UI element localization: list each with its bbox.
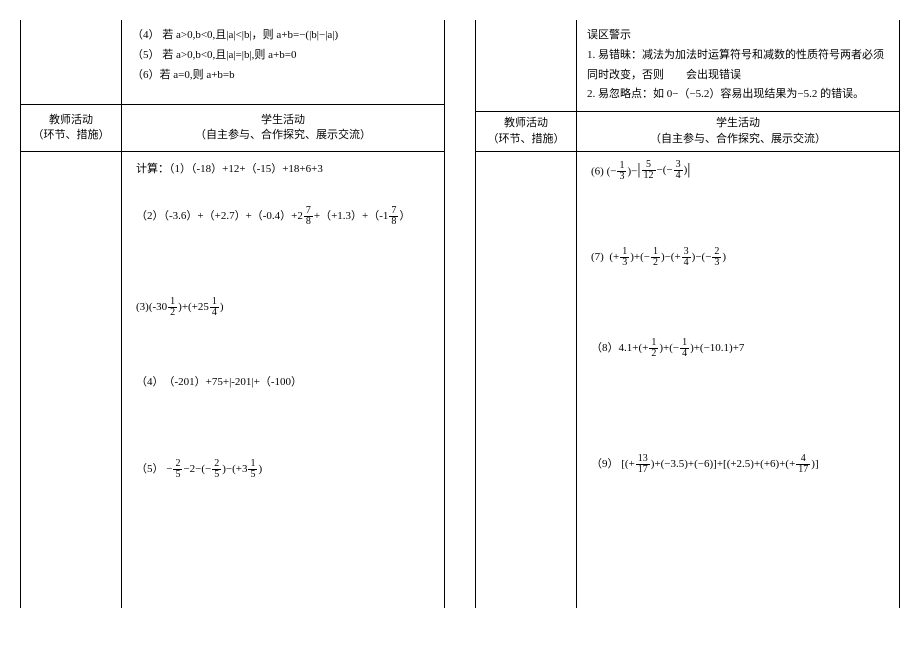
right-header-student: 学生活动 （自主参与、合作探究、展示交流） bbox=[577, 112, 900, 152]
p6-b: )− bbox=[627, 165, 637, 177]
p9-frac2: 417 bbox=[796, 454, 810, 475]
rule-4: （4） 若 a>0,b<0,且|a|<|b|，则 a+b=−(|b|−|a|) bbox=[132, 26, 434, 46]
p6-c: −(− bbox=[657, 164, 673, 176]
teacher-label-2: （环节、措施） bbox=[482, 132, 570, 147]
p8-frac1: 12 bbox=[649, 338, 658, 359]
problem-6: (6) (−13)−512−(−34) bbox=[587, 160, 889, 182]
p3-b: )+(+25 bbox=[178, 301, 209, 313]
p5-frac3: 15 bbox=[248, 459, 257, 480]
p2-frac1: 78 bbox=[304, 206, 313, 227]
p5-frac2: 25 bbox=[212, 459, 221, 480]
warning-box: 误区警示 1. 易错昧：减法为加法时运算符号和减数的性质符号两者必须同时改变，否… bbox=[577, 20, 900, 112]
left-top-empty bbox=[21, 20, 122, 105]
student-label-2: （自主参与、合作探究、展示交流） bbox=[128, 128, 438, 143]
p3-a: (-30 bbox=[149, 301, 167, 313]
p2-label: （2） bbox=[136, 210, 164, 222]
p2-b: +（+1.3）+（- bbox=[314, 210, 383, 222]
student-label-1: 学生活动 bbox=[128, 113, 438, 128]
left-body-empty bbox=[21, 151, 122, 608]
p5-frac1: 25 bbox=[173, 459, 182, 480]
p3-frac2: 14 bbox=[210, 297, 219, 318]
p7-c: )−(+ bbox=[661, 251, 681, 263]
p5-label: （5） bbox=[136, 463, 164, 475]
p2-w2: 1 bbox=[383, 210, 389, 222]
student-label-1: 学生活动 bbox=[583, 116, 893, 131]
p7-a: (+ bbox=[609, 251, 619, 263]
p9-label: （9） bbox=[591, 458, 619, 470]
student-label-2: （自主参与、合作探究、展示交流） bbox=[583, 132, 893, 147]
p2-a: （-3.6）+（+2.7）+（-0.4）+ bbox=[164, 210, 298, 222]
problem-5: （5） −25−2−(−25)−(+315) bbox=[132, 459, 434, 480]
p6-frac2: 512 bbox=[642, 160, 656, 181]
p5-d: ) bbox=[258, 463, 262, 475]
p1-label: 计算：（1） bbox=[136, 163, 191, 175]
p5-c: )−(+3 bbox=[222, 463, 247, 475]
rule-6: （6）若 a=0,则 a+b=b bbox=[132, 66, 434, 86]
problem-7: (7) (+13)+(−12)−(+34)−(−23) bbox=[587, 247, 889, 268]
p7-frac3: 34 bbox=[682, 247, 691, 268]
left-problems: 计算：（1）（-18）+12+（-15）+18+6+3 （2）（-3.6）+（+… bbox=[122, 151, 445, 608]
p2-frac2: 78 bbox=[389, 206, 398, 227]
right-body-empty bbox=[476, 151, 577, 608]
p5-b: −2−(− bbox=[183, 463, 211, 475]
right-table: 误区警示 1. 易错昧：减法为加法时运算符号和减数的性质符号两者必须同时改变，否… bbox=[475, 20, 900, 608]
teacher-label-1: 教师活动 bbox=[27, 113, 115, 128]
right-top-empty bbox=[476, 20, 577, 112]
p9-b: )+(−3.5)+(−6)]+[(+2.5)+(+6)+(+ bbox=[651, 458, 796, 470]
problem-4: （4） （-201）+75+|-201|+（-100） bbox=[132, 373, 434, 389]
warn-line2: 2. 易忽略点：如 0−（−5.2）容易出现结果为−5.2 的错误。 bbox=[587, 85, 889, 105]
p2-w1: 2 bbox=[297, 210, 303, 222]
p7-d: )−(− bbox=[692, 251, 712, 263]
p7-b: )+(− bbox=[630, 251, 650, 263]
right-header-teacher: 教师活动 （环节、措施） bbox=[476, 112, 577, 152]
p9-a: [(+ bbox=[621, 458, 635, 470]
p9-c: )] bbox=[811, 458, 818, 470]
problem-2: （2）（-3.6）+（+2.7）+（-0.4）+278+（+1.3）+（-178… bbox=[132, 206, 434, 227]
teacher-label-1: 教师活动 bbox=[482, 116, 570, 131]
p3-c: ) bbox=[220, 301, 224, 313]
p1-expr: （-18）+12+（-15）+18+6+3 bbox=[191, 163, 323, 175]
left-header-student: 学生活动 （自主参与、合作探究、展示交流） bbox=[122, 105, 445, 152]
p7-frac4: 23 bbox=[712, 247, 721, 268]
p6-label: (6) bbox=[591, 165, 604, 177]
p3-label: (3) bbox=[136, 301, 149, 313]
p8-a: 4.1+(+ bbox=[619, 342, 649, 354]
p7-frac1: 13 bbox=[620, 247, 629, 268]
problem-1: 计算：（1）（-18）+12+（-15）+18+6+3 bbox=[132, 160, 434, 176]
problem-9: （9） [(+1317)+(−3.5)+(−6)]+[(+2.5)+(+6)+(… bbox=[587, 454, 889, 475]
p6-frac3: 34 bbox=[674, 160, 683, 181]
p7-label: (7) bbox=[591, 251, 604, 263]
p3-frac1: 12 bbox=[168, 297, 177, 318]
p6-d: ) bbox=[684, 164, 688, 176]
left-top-rules: （4） 若 a>0,b<0,且|a|<|b|，则 a+b=−(|b|−|a|) … bbox=[122, 20, 445, 105]
p2-c: ） bbox=[399, 210, 410, 222]
p6-abs: 512−(−34) bbox=[637, 160, 690, 181]
p8-c: )+(−10.1)+7 bbox=[690, 342, 744, 354]
warn-line1: 1. 易错昧：减法为加法时运算符号和减数的性质符号两者必须同时改变，否则 会出现… bbox=[587, 46, 889, 86]
p8-frac2: 14 bbox=[680, 338, 689, 359]
left-header-teacher: 教师活动 （环节、措施） bbox=[21, 105, 122, 152]
left-table: （4） 若 a>0,b<0,且|a|<|b|，则 a+b=−(|b|−|a|) … bbox=[20, 20, 445, 608]
p4-expr: （-201）+75+|-201|+（-100） bbox=[169, 376, 302, 388]
p6-a: (− bbox=[607, 165, 617, 177]
p8-b: )+(− bbox=[659, 342, 679, 354]
rule-5: （5） 若 a>0,b<0,且|a|=|b|,则 a+b=0 bbox=[132, 46, 434, 66]
p8-label: （8） bbox=[591, 342, 619, 354]
worksheet-page: （4） 若 a>0,b<0,且|a|<|b|，则 a+b=−(|b|−|a|) … bbox=[20, 20, 900, 608]
p6-frac1: 13 bbox=[617, 161, 626, 182]
teacher-label-2: （环节、措施） bbox=[27, 128, 115, 143]
p4-label: （4） bbox=[136, 376, 158, 388]
p5-a: − bbox=[166, 463, 172, 475]
p7-e: ) bbox=[722, 251, 726, 263]
right-problems: (6) (−13)−512−(−34) (7) (+13)+(−12)−(+34… bbox=[577, 151, 900, 608]
problem-3: (3)(-3012)+(+2514) bbox=[132, 297, 434, 318]
warn-title: 误区警示 bbox=[587, 26, 889, 46]
p9-frac1: 1317 bbox=[636, 454, 650, 475]
p7-frac2: 12 bbox=[651, 247, 660, 268]
problem-8: （8）4.1+(+12)+(−14)+(−10.1)+7 bbox=[587, 338, 889, 359]
